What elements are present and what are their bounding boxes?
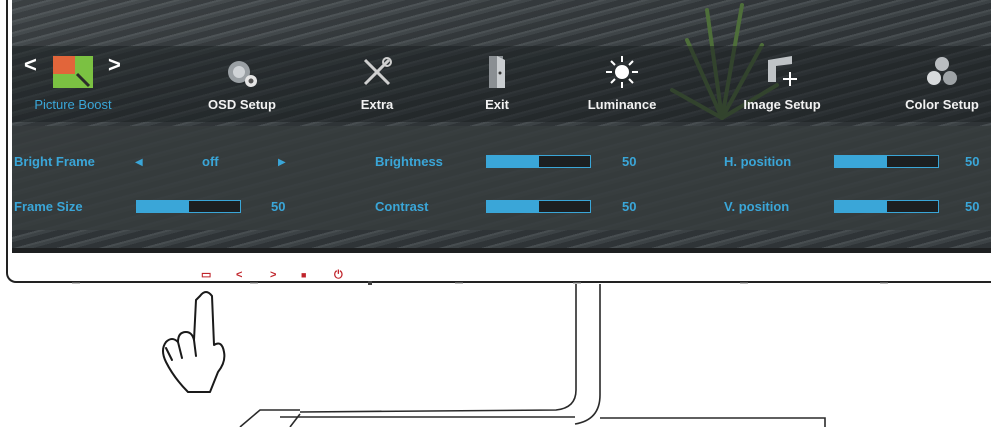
monitor-stand-illustration <box>72 281 888 427</box>
monitor-scene: < > Picture Boost OSD Setup Extra Exit L… <box>0 0 991 427</box>
pointing-hand-icon <box>162 291 226 393</box>
